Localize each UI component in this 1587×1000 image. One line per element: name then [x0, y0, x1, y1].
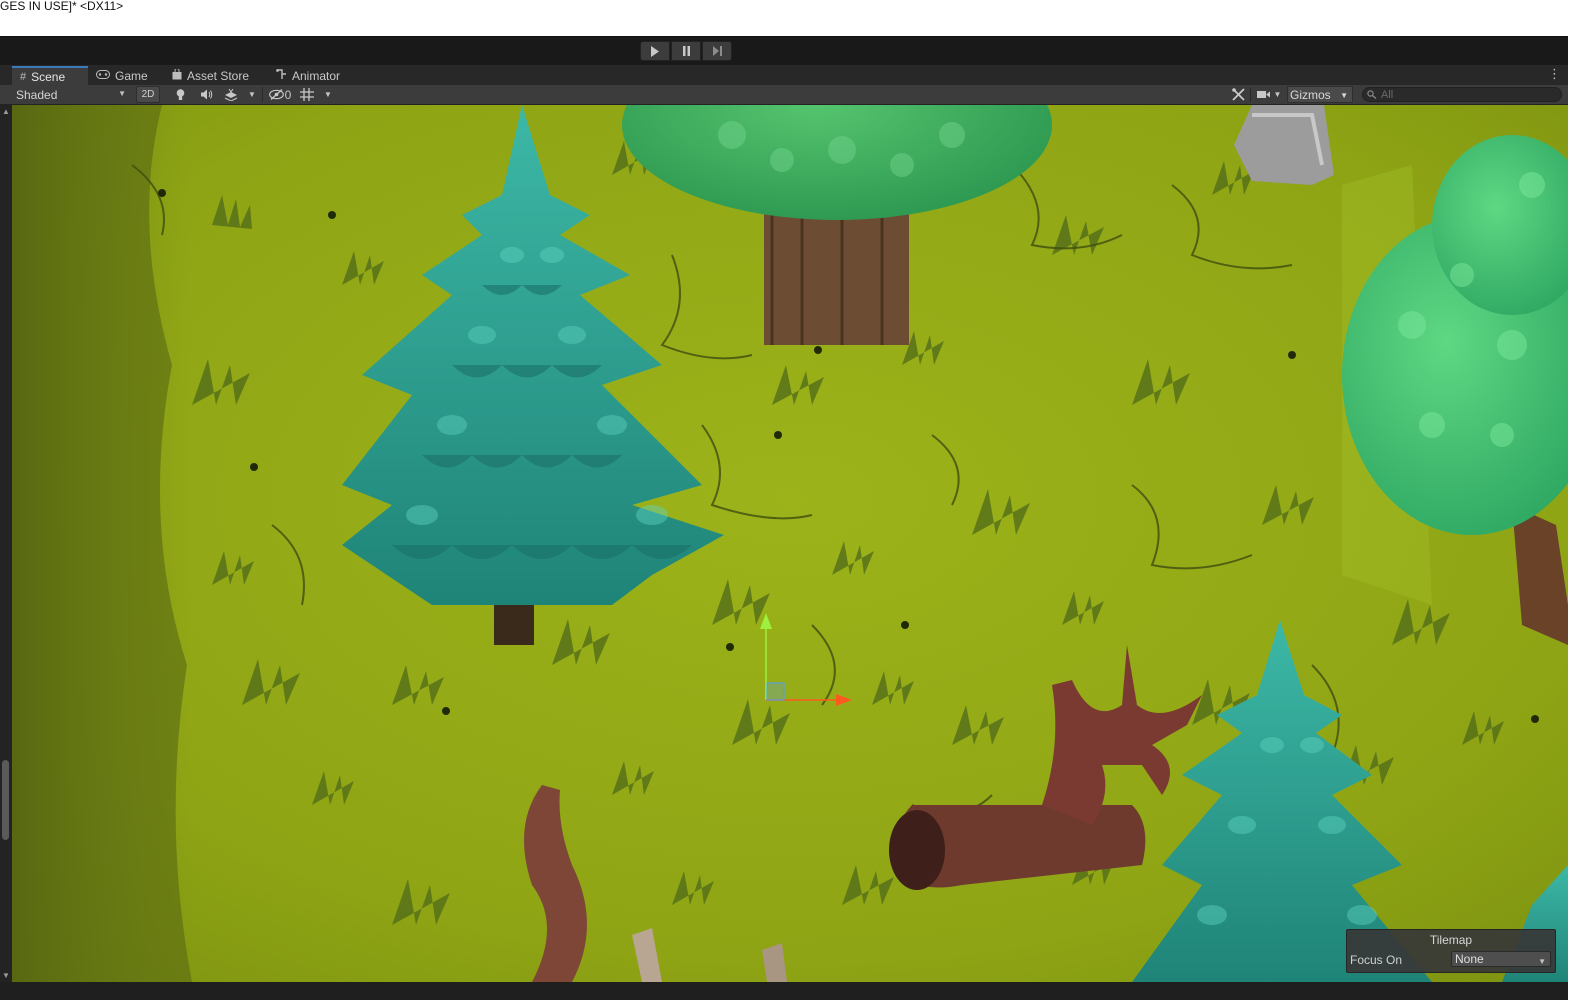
step-button[interactable] — [702, 41, 732, 61]
tab-game-label: Game — [115, 68, 148, 83]
play-icon — [651, 45, 659, 57]
status-bar — [0, 982, 1568, 1000]
window-title: GES IN USE]* <DX11> — [0, 0, 124, 13]
hidden-objects-count: 0 — [284, 87, 292, 102]
lighting-toggle[interactable] — [172, 86, 188, 103]
focus-on-label: Focus On — [1350, 953, 1403, 967]
grid-icon — [300, 88, 314, 101]
tab-asset-store-label: Asset Store — [187, 68, 250, 83]
chevron-down-icon: ▼ — [118, 89, 126, 98]
effects-toggle[interactable] — [222, 86, 240, 103]
play-controls — [640, 41, 733, 62]
gizmo-plane-handle[interactable] — [766, 682, 785, 701]
chevron-down-icon: ▼ — [248, 90, 256, 99]
tab-scene[interactable]: # Scene — [12, 66, 88, 85]
scene-tools-toggle[interactable] — [1229, 86, 1247, 103]
step-icon — [712, 46, 722, 56]
effects-layers-icon — [224, 88, 238, 101]
gamepad-icon — [96, 69, 110, 82]
draw-mode-dropdown[interactable]: Shaded ▼ — [12, 85, 132, 104]
focus-on-dropdown[interactable]: None ▼ — [1451, 951, 1551, 967]
scene-visibility-toggle[interactable]: 0 — [266, 86, 294, 103]
tilemap-overlay: Tilemap Focus On None ▼ — [1346, 929, 1556, 973]
draw-mode-value: Shaded — [16, 87, 58, 102]
pause-icon — [682, 46, 690, 56]
hash-grid-icon: # — [20, 70, 27, 83]
scene-toolbar: Shaded ▼ 2D ▼ 0 ▼ ▼ Gizmos ▼ All — [0, 85, 1587, 105]
editor-tab-strip: # Scene Game Asset Store Animator ⋮ — [0, 65, 1587, 85]
shopping-bag-icon — [172, 67, 182, 83]
search-input[interactable] — [1377, 88, 1551, 101]
tab-animator[interactable]: Animator — [268, 66, 356, 85]
tools-crossed-icon — [1231, 88, 1245, 101]
toggle-2d-button[interactable]: 2D — [136, 86, 160, 103]
scrollbar-thumb[interactable] — [2, 760, 9, 840]
toggle-2d-label: 2D — [141, 89, 155, 100]
eye-hidden-icon — [268, 89, 284, 100]
tilemap-overlay-title: Tilemap — [1429, 933, 1473, 947]
audio-toggle[interactable] — [198, 86, 214, 103]
effects-dropdown[interactable]: ▼ — [246, 86, 258, 103]
more-options-icon[interactable]: ⋮ — [1548, 66, 1561, 82]
scene-canvas[interactable] — [12, 105, 1568, 982]
gizmos-label: Gizmos — [1290, 87, 1331, 102]
scene-vertical-scrollbar[interactable]: ▲ ▼ — [0, 105, 12, 982]
lightbulb-icon — [176, 88, 184, 100]
toolbar-divider — [262, 87, 263, 102]
window-title-bar: GES IN USE]* <DX11> — [0, 0, 1587, 36]
tab-game[interactable]: Game — [88, 66, 162, 85]
scroll-up-arrow-icon[interactable]: ▲ — [2, 107, 10, 116]
animator-icon — [276, 68, 287, 83]
stone-rock — [1234, 105, 1334, 185]
tab-asset-store[interactable]: Asset Store — [164, 66, 264, 85]
pause-button[interactable] — [671, 41, 701, 61]
chevron-down-icon: ▼ — [1273, 90, 1282, 99]
toolbar-divider — [1250, 87, 1251, 102]
search-icon — [1367, 90, 1377, 99]
main-toolbar — [0, 36, 1587, 66]
grid-dropdown[interactable]: ▼ — [322, 86, 334, 103]
play-button[interactable] — [640, 41, 670, 61]
hierarchy-search-field[interactable] — [1362, 87, 1562, 102]
scene-viewport[interactable]: Tilemap Focus On None ▼ — [12, 105, 1568, 982]
unity-editor-window: { "window": { "title_fragment": "GES IN … — [0, 0, 1587, 1000]
focus-on-value: None — [1455, 952, 1484, 966]
tab-animator-label: Animator — [292, 68, 341, 83]
chevron-down-icon: ▼ — [1340, 91, 1348, 100]
grid-toggle[interactable] — [298, 86, 316, 103]
gizmos-dropdown[interactable]: Gizmos ▼ — [1287, 86, 1353, 103]
chevron-down-icon: ▼ — [1538, 957, 1546, 966]
desktop-background-strip — [1568, 36, 1587, 1000]
camera-settings-dropdown[interactable]: ▼ — [1254, 86, 1284, 103]
tab-scene-label: Scene — [31, 69, 66, 84]
speaker-icon — [200, 89, 212, 100]
camera-icon — [1256, 91, 1270, 98]
chevron-down-icon: ▼ — [324, 90, 332, 99]
scroll-down-arrow-icon[interactable]: ▼ — [2, 971, 10, 980]
